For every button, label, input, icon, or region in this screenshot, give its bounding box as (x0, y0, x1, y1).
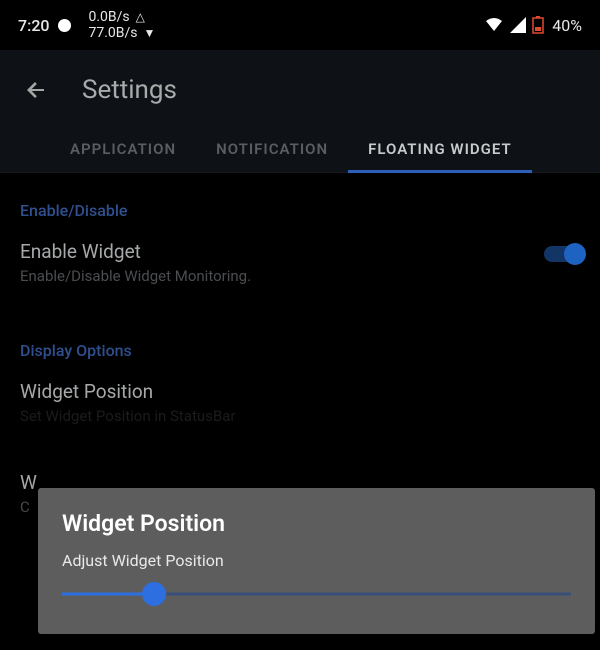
wifi-icon (484, 17, 504, 33)
status-left: 7:20 0.0B/s △ 77.0B/s ▼ (18, 9, 484, 41)
slider-thumb[interactable] (142, 582, 166, 606)
back-button[interactable] (20, 74, 52, 106)
clock: 7:20 (18, 16, 50, 35)
tab-bar: APPLICATION NOTIFICATION FLOATING WIDGET (0, 126, 600, 173)
dialog-title: Widget Position (62, 510, 571, 537)
recording-indicator-icon (58, 19, 71, 32)
battery-icon (532, 16, 544, 34)
cellular-signal-icon (510, 17, 526, 33)
setting-widget-position[interactable]: Widget Position Set Widget Position in S… (0, 368, 600, 441)
section-enable-disable: Enable/Disable (0, 173, 600, 228)
dialog-subtitle: Adjust Widget Position (62, 551, 571, 570)
status-bar: 7:20 0.0B/s △ 77.0B/s ▼ 40% (0, 0, 600, 50)
page-title: Settings (82, 75, 177, 105)
tab-notification[interactable]: NOTIFICATION (196, 126, 348, 172)
status-right: 40% (484, 16, 582, 35)
battery-percentage: 40% (552, 16, 582, 35)
download-speed: 77.0B/s (89, 25, 138, 41)
setting-title: Widget Position (20, 380, 235, 403)
setting-subtitle: Set Widget Position in StatusBar (20, 407, 235, 425)
setting-subtitle: C (20, 498, 37, 516)
setting-title: Enable Widget (20, 240, 251, 263)
tab-application[interactable]: APPLICATION (50, 126, 196, 172)
widget-position-dialog: Widget Position Adjust Widget Position (38, 488, 595, 634)
download-icon: ▼ (144, 25, 156, 41)
slider-fill (62, 593, 154, 596)
app-bar: Settings (0, 50, 600, 126)
section-display-options: Display Options (0, 301, 600, 368)
app-surface: Settings APPLICATION NOTIFICATION FLOATI… (0, 50, 600, 173)
network-speeds: 0.0B/s △ 77.0B/s ▼ (89, 9, 156, 41)
setting-subtitle: Enable/Disable Widget Monitoring. (20, 267, 251, 285)
enable-widget-switch[interactable] (544, 246, 580, 262)
setting-title: W (20, 471, 37, 494)
settings-content: Enable/Disable Enable Widget Enable/Disa… (0, 173, 600, 532)
upload-speed: 0.0B/s (89, 9, 130, 25)
tab-floating-widget[interactable]: FLOATING WIDGET (348, 126, 532, 172)
position-slider[interactable] (62, 584, 571, 604)
upload-icon: △ (136, 9, 145, 25)
setting-enable-widget[interactable]: Enable Widget Enable/Disable Widget Moni… (0, 228, 600, 301)
